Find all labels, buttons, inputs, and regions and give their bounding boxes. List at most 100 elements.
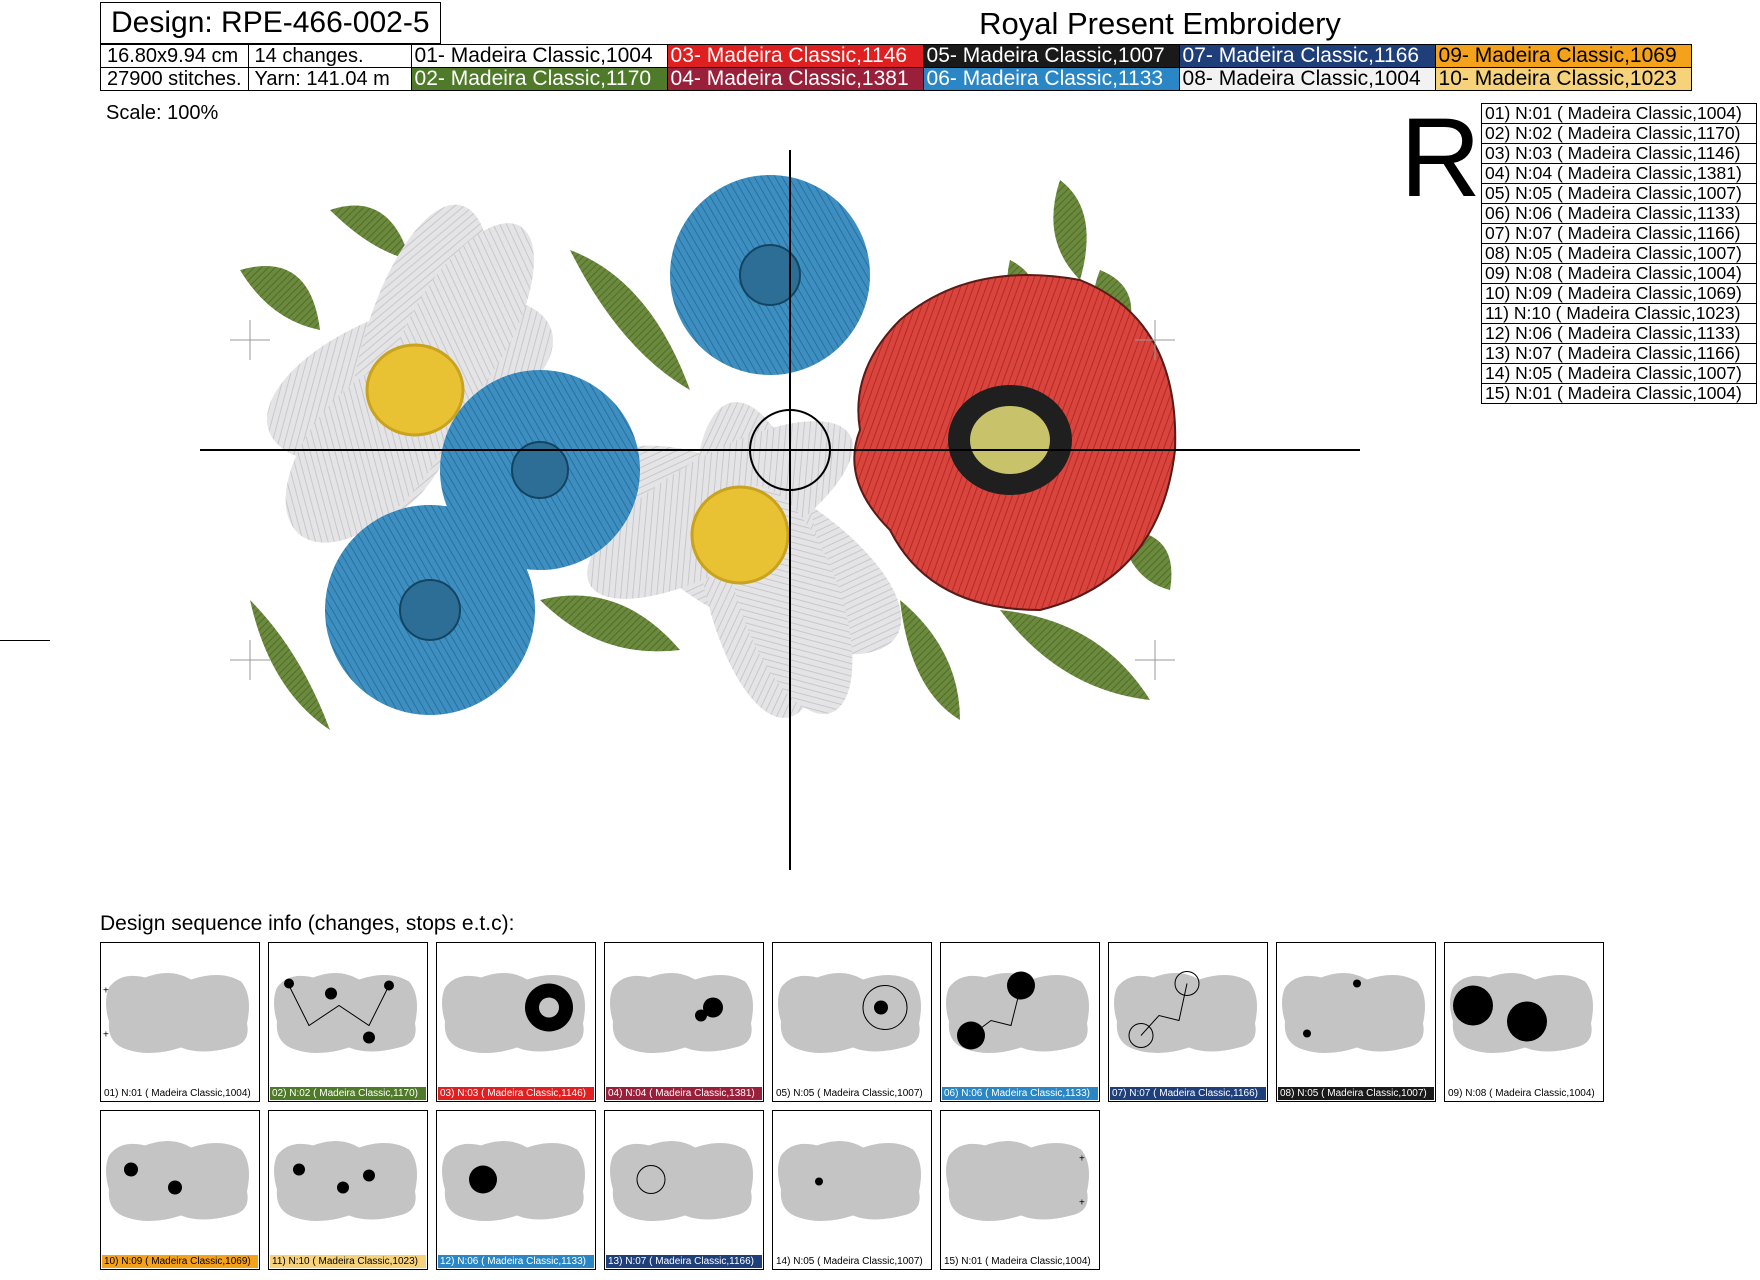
sequence-thumbnail: 09) N:08 ( Madeira Classic,1004) (1444, 942, 1604, 1102)
sequence-thumbnail: 05) N:05 ( Madeira Classic,1007) (772, 942, 932, 1102)
thumbnail-preview (442, 1140, 585, 1222)
sequence-thumbnail: 10) N:09 ( Madeira Classic,1069) (100, 1110, 260, 1270)
color-swatch: 05- Madeira Classic,1007 (922, 44, 1180, 68)
needle-row: 14) N:05 ( Madeira Classic,1007) (1481, 363, 1757, 384)
thumbnail-label: 10) N:09 ( Madeira Classic,1069) (102, 1255, 258, 1268)
svg-text:+: + (1079, 1154, 1085, 1165)
thumbnail-preview (106, 1140, 249, 1222)
thumbnail-preview (1282, 972, 1425, 1054)
thumbnail-label: 09) N:08 ( Madeira Classic,1004) (1446, 1087, 1602, 1100)
svg-text:+: + (1079, 1198, 1085, 1209)
color-swatch: 10- Madeira Classic,1023 (1434, 67, 1692, 91)
info-row-1: 16.80x9.94 cm 14 changes. 01- Madeira Cl… (100, 44, 1692, 68)
thumbnail-label: 03) N:03 ( Madeira Classic,1146) (438, 1087, 594, 1100)
yarn-length: Yarn: 141.04 m (247, 67, 412, 91)
design-size: 16.80x9.94 cm (100, 44, 249, 68)
needle-entry: 03) N:03 ( Madeira Classic,1146) (1481, 143, 1757, 164)
thumbnail-preview (1450, 972, 1593, 1054)
thumbnail-label: 15) N:01 ( Madeira Classic,1004) (942, 1255, 1098, 1268)
sequence-thumbnail: 02) N:02 ( Madeira Classic,1170) (268, 942, 428, 1102)
needle-entry: 14) N:05 ( Madeira Classic,1007) (1481, 363, 1757, 384)
needle-row: 09) N:08 ( Madeira Classic,1004) (1481, 263, 1757, 284)
needle-row: 01) N:01 ( Madeira Classic,1004) (1481, 103, 1757, 124)
info-row-2: 27900 stitches. Yarn: 141.04 m 02- Madei… (100, 67, 1692, 91)
needle-entry: 08) N:05 ( Madeira Classic,1007) (1481, 243, 1757, 264)
sequence-heading: Design sequence info (changes, stops e.t… (100, 912, 515, 935)
needle-sequence-list: 01) N:01 ( Madeira Classic,1004) 02) N:02… (1481, 103, 1757, 404)
orientation-letter: R (1400, 95, 1481, 220)
poppy (853, 274, 1177, 612)
color-swatch: 09- Madeira Classic,1069 (1434, 44, 1692, 68)
needle-entry: 11) N:10 ( Madeira Classic,1023) (1481, 303, 1757, 324)
color-swatch: 04- Madeira Classic,1381 (666, 67, 924, 91)
cornflower-bottom (325, 505, 535, 715)
needle-row: 03) N:03 ( Madeira Classic,1146) (1481, 143, 1757, 164)
thumbnail-preview (610, 1140, 753, 1222)
thumbnail-preview (442, 972, 585, 1054)
needle-entry: 15) N:01 ( Madeira Classic,1004) (1481, 383, 1757, 404)
sequence-thumbnail: 06) N:06 ( Madeira Classic,1133) (940, 942, 1100, 1102)
needle-entry: 13) N:07 ( Madeira Classic,1166) (1481, 343, 1757, 364)
needle-row: 04) N:04 ( Madeira Classic,1381) (1481, 163, 1757, 184)
needle-entry: 05) N:05 ( Madeira Classic,1007) (1481, 183, 1757, 204)
svg-text:+: + (103, 986, 109, 997)
sequence-thumbnail: 11) N:10 ( Madeira Classic,1023) (268, 1110, 428, 1270)
sequence-thumbnail: + +01) N:01 ( Madeira Classic,1004) (100, 942, 260, 1102)
needle-entry: 12) N:06 ( Madeira Classic,1133) (1481, 323, 1757, 344)
thumbnail-label: 01) N:01 ( Madeira Classic,1004) (102, 1087, 258, 1100)
thumbnail-label: 12) N:06 ( Madeira Classic,1133) (438, 1255, 594, 1268)
thumbnail-label: 04) N:04 ( Madeira Classic,1381) (606, 1087, 762, 1100)
thumbnail-preview (778, 972, 921, 1054)
needle-entry: 04) N:04 ( Madeira Classic,1381) (1481, 163, 1757, 184)
sequence-thumbnail: 03) N:03 ( Madeira Classic,1146) (436, 942, 596, 1102)
color-changes: 14 changes. (247, 44, 412, 68)
design-info-table: 16.80x9.94 cm 14 changes. 01- Madeira Cl… (100, 44, 1692, 91)
design-id: Design: RPE-466-002-5 (100, 2, 441, 44)
needle-row: 02) N:02 ( Madeira Classic,1170) (1481, 123, 1757, 144)
sequence-thumbnail: 08) N:05 ( Madeira Classic,1007) (1276, 942, 1436, 1102)
color-swatch: 01- Madeira Classic,1004 (410, 44, 668, 68)
needle-row: 15) N:01 ( Madeira Classic,1004) (1481, 383, 1757, 404)
needle-entry: 02) N:02 ( Madeira Classic,1170) (1481, 123, 1757, 144)
thumbnail-preview (778, 1140, 921, 1222)
thumbnail-preview (1114, 971, 1257, 1054)
needle-row: 05) N:05 ( Madeira Classic,1007) (1481, 183, 1757, 204)
color-swatch: 06- Madeira Classic,1133 (922, 67, 1180, 91)
sequence-thumbnail: + +15) N:01 ( Madeira Classic,1004) (940, 1110, 1100, 1270)
thumbnail-preview (274, 972, 417, 1054)
needle-entry: 01) N:01 ( Madeira Classic,1004) (1481, 103, 1757, 124)
sequence-thumbnail: 13) N:07 ( Madeira Classic,1166) (604, 1110, 764, 1270)
thumbnail-label: 07) N:07 ( Madeira Classic,1166) (1110, 1087, 1266, 1100)
needle-entry: 07) N:07 ( Madeira Classic,1166) (1481, 223, 1757, 244)
thumbnail-label: 05) N:05 ( Madeira Classic,1007) (774, 1087, 930, 1100)
svg-text:+: + (103, 1030, 109, 1041)
needle-row: 12) N:06 ( Madeira Classic,1133) (1481, 323, 1757, 344)
thumbnail-preview (946, 971, 1089, 1054)
thumbnail-label: 13) N:07 ( Madeira Classic,1166) (606, 1255, 762, 1268)
margin-tick (0, 640, 50, 641)
thumbnail-label: 08) N:05 ( Madeira Classic,1007) (1278, 1087, 1434, 1100)
color-swatch: 08- Madeira Classic,1004 (1178, 67, 1436, 91)
thumbnail-preview (610, 972, 753, 1054)
thumbnail-preview: ++ (103, 972, 249, 1054)
sequence-thumbnail: 04) N:04 ( Madeira Classic,1381) (604, 942, 764, 1102)
sequence-thumbnail: 07) N:07 ( Madeira Classic,1166) (1108, 942, 1268, 1102)
thumbnail-label: 14) N:05 ( Madeira Classic,1007) (774, 1255, 930, 1268)
needle-row: 13) N:07 ( Madeira Classic,1166) (1481, 343, 1757, 364)
thumbnail-label: 06) N:06 ( Madeira Classic,1133) (942, 1087, 1098, 1100)
stitch-count: 27900 stitches. (100, 67, 249, 91)
needle-entry: 10) N:09 ( Madeira Classic,1069) (1481, 283, 1757, 304)
scale-label: Scale: 100% (106, 102, 219, 124)
embroidery-preview (200, 150, 1360, 870)
color-swatch: 02- Madeira Classic,1170 (410, 67, 668, 91)
thumbnail-preview: ++ (946, 1140, 1089, 1222)
thumbnail-label: 11) N:10 ( Madeira Classic,1023) (270, 1255, 426, 1268)
needle-row: 10) N:09 ( Madeira Classic,1069) (1481, 283, 1757, 304)
thumbnail-label: 02) N:02 ( Madeira Classic,1170) (270, 1087, 426, 1100)
needle-row: 08) N:05 ( Madeira Classic,1007) (1481, 243, 1757, 264)
color-swatch: 07- Madeira Classic,1166 (1178, 44, 1436, 68)
daisy-right-center (690, 485, 790, 585)
sequence-thumbnail: 14) N:05 ( Madeira Classic,1007) (772, 1110, 932, 1270)
needle-entry: 06) N:06 ( Madeira Classic,1133) (1481, 203, 1757, 224)
needle-row: 07) N:07 ( Madeira Classic,1166) (1481, 223, 1757, 244)
